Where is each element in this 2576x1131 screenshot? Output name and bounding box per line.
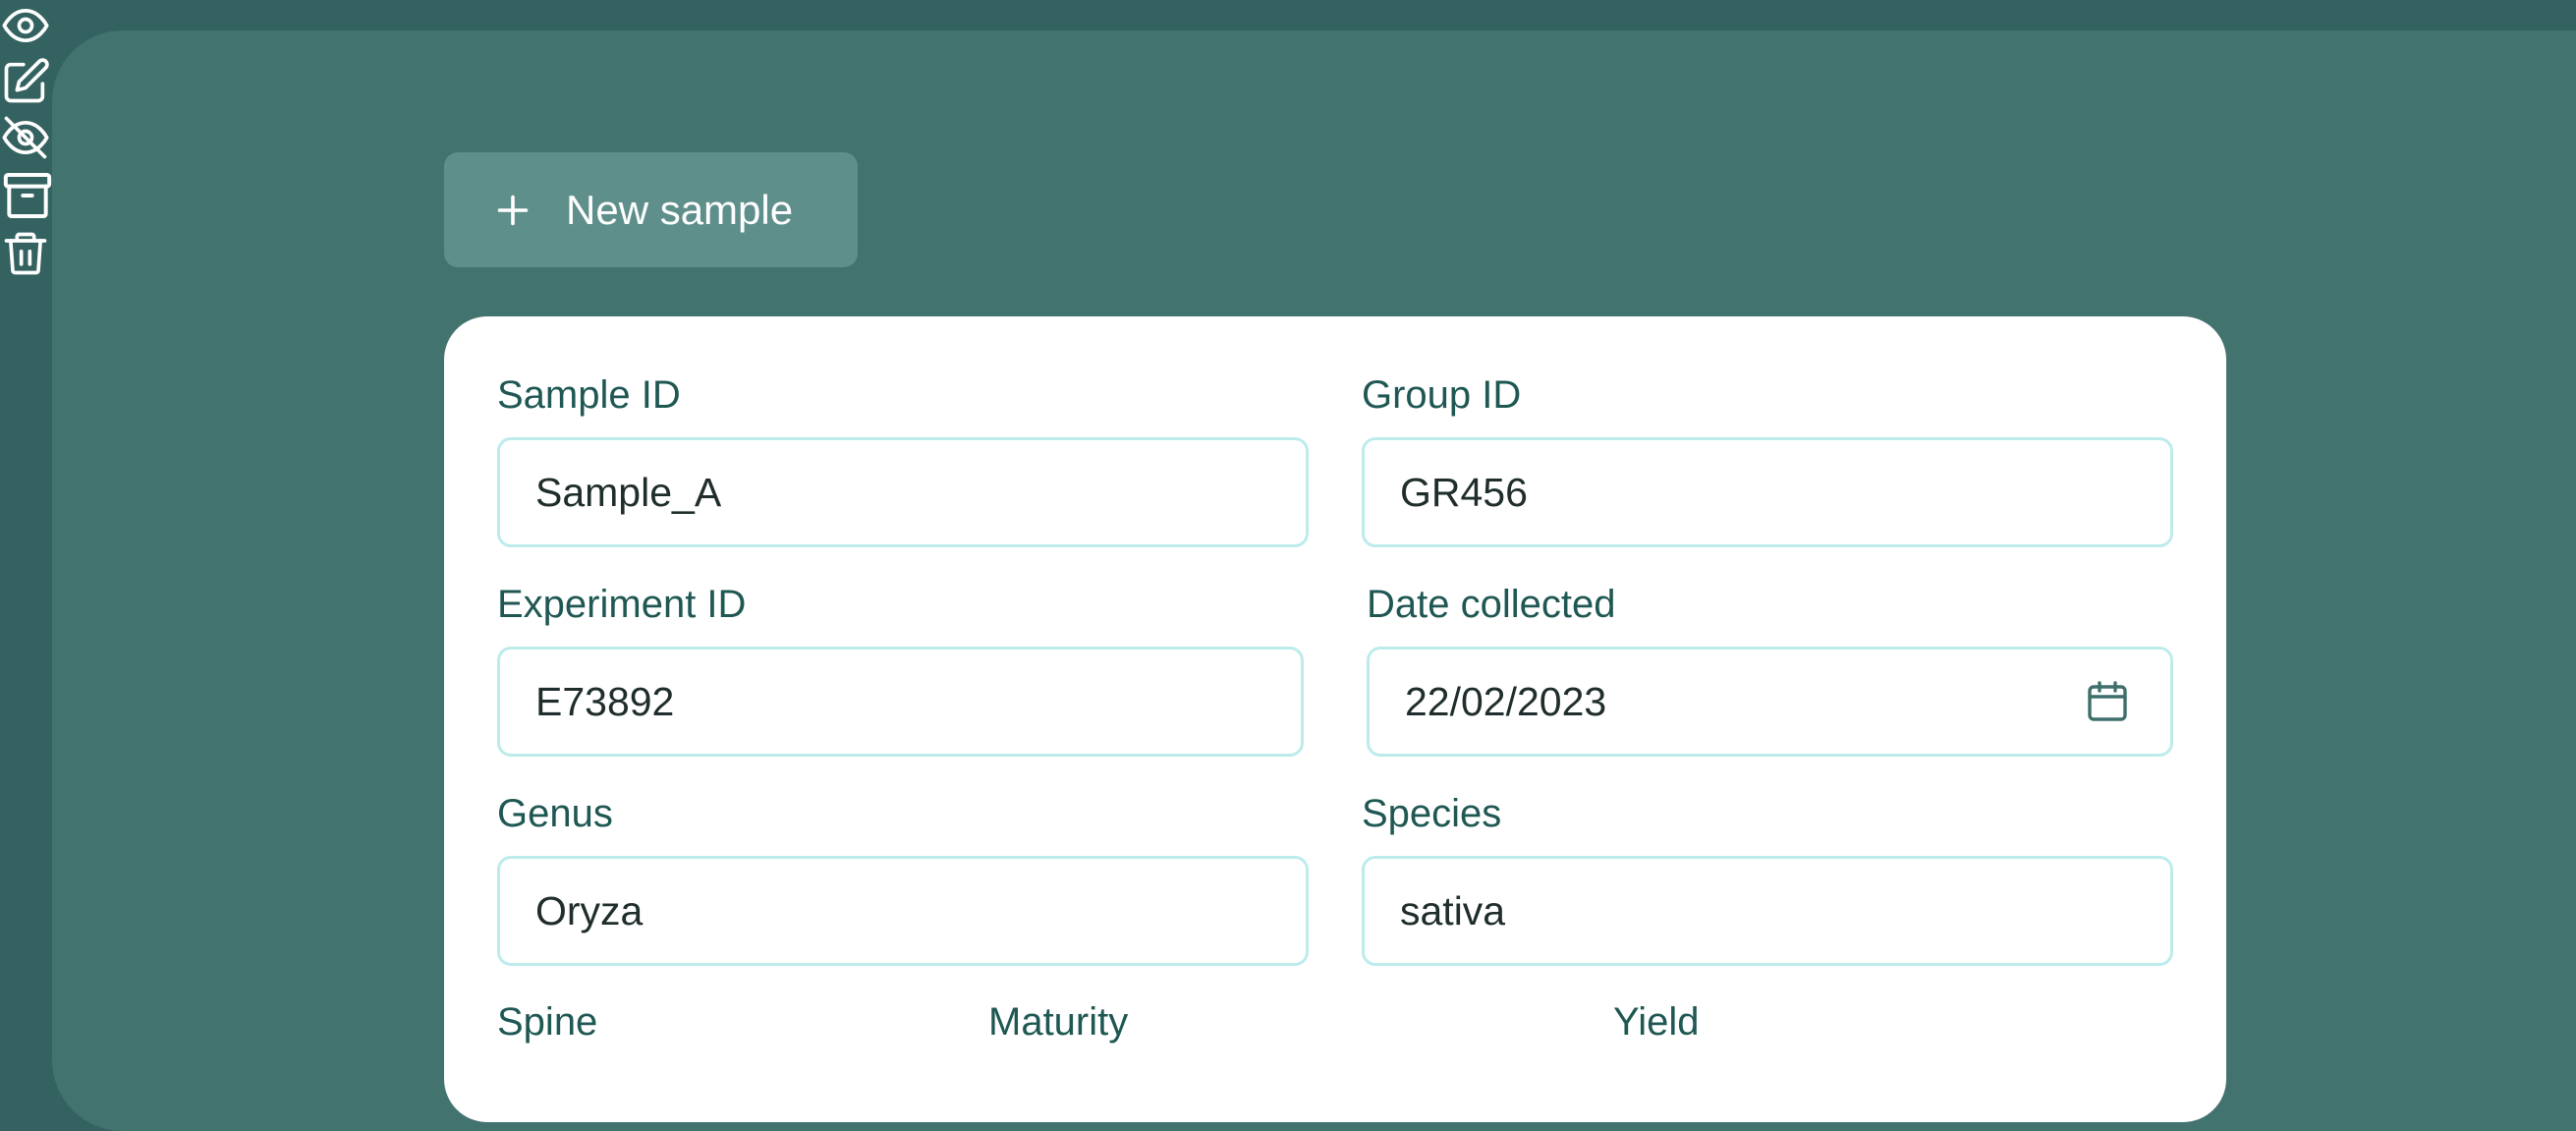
experiment-id-field[interactable]: E73892: [497, 647, 1304, 757]
group-id-field[interactable]: GR456: [1362, 437, 2173, 547]
genus-field[interactable]: Oryza: [497, 856, 1309, 966]
eye-icon: [2, 8, 49, 43]
experiment-id-value: E73892: [535, 678, 675, 724]
date-collected-field[interactable]: 22/02/2023: [1367, 647, 2173, 757]
archive-icon: [3, 173, 52, 218]
sample-id-label: Sample ID: [497, 373, 681, 417]
maturity-label: Maturity: [988, 1000, 1129, 1044]
edit-icon: [4, 58, 49, 103]
calendar-icon[interactable]: [2084, 678, 2131, 725]
sample-id-field[interactable]: Sample_A: [497, 437, 1309, 547]
plus-icon: [497, 195, 529, 225]
date-collected-label: Date collected: [1367, 583, 1616, 626]
eye-off-icon: [2, 116, 49, 159]
species-label: Species: [1362, 792, 1502, 835]
group-id-label: Group ID: [1362, 373, 1522, 417]
genus-value: Oryza: [535, 887, 644, 933]
trash-icon: [4, 232, 47, 275]
date-collected-value: 22/02/2023: [1405, 678, 1607, 724]
yield-label: Yield: [1613, 1000, 1700, 1044]
group-id-value: GR456: [1400, 469, 1528, 515]
experiment-id-label: Experiment ID: [497, 583, 747, 626]
species-value: sativa: [1400, 887, 1506, 933]
sample-id-value: Sample_A: [535, 469, 722, 515]
new-sample-button[interactable]: New sample: [444, 152, 858, 267]
genus-label: Genus: [497, 792, 613, 835]
new-sample-label: New sample: [566, 186, 794, 233]
species-field[interactable]: sativa: [1362, 856, 2173, 966]
spine-label: Spine: [497, 1000, 598, 1044]
